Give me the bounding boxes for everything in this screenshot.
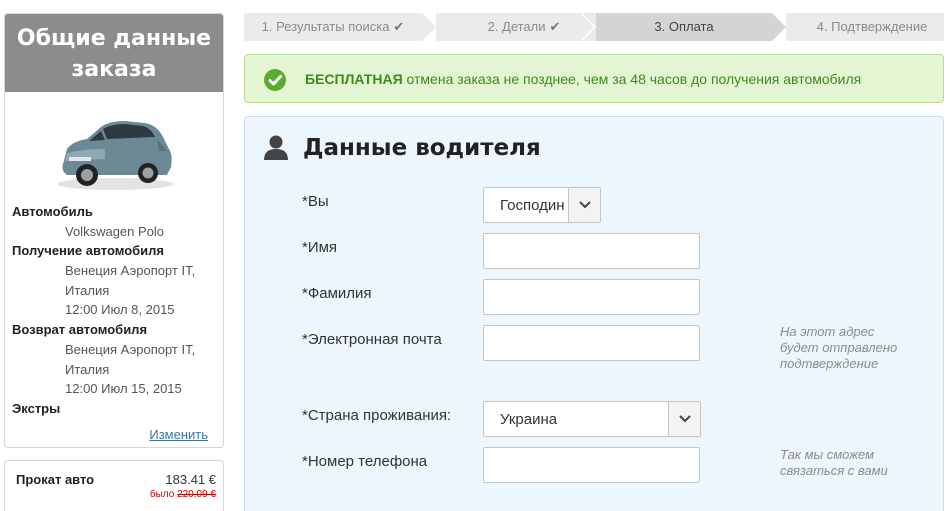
- old-price-label: было: [149, 489, 175, 500]
- rental-price-label: Прокат авто: [16, 472, 95, 487]
- step-confirmation: 4. Подтверждение: [786, 13, 944, 41]
- free-cancellation-bold: БЕСПЛАТНАЯ: [305, 71, 403, 87]
- return-label: Возврат автомобиля: [12, 322, 148, 338]
- step-separator: [772, 13, 786, 41]
- person-icon: [263, 134, 289, 160]
- old-price-value: 220.09 €: [177, 489, 216, 500]
- checkmark-icon: ✔: [393, 19, 405, 34]
- car-image: [53, 109, 178, 194]
- last-name-label: *Фамилия: [302, 285, 372, 302]
- return-location-line1: Венеция Аэропорт IT,: [65, 341, 196, 357]
- first-name-input[interactable]: [483, 233, 700, 269]
- checkout-steps: 1. Результаты поиска ✔ 2. Детали ✔ 3. Опла…: [244, 13, 944, 41]
- pickup-location-line1: Венеция Аэропорт IT,: [65, 263, 196, 279]
- free-cancellation-rest: отмена заказа не позднее, чем за 48 часо…: [402, 71, 862, 87]
- change-order-link[interactable]: Изменить: [149, 427, 208, 442]
- chevron-down-icon[interactable]: [568, 188, 600, 222]
- order-summary-title-line1: Общие данные: [16, 26, 212, 51]
- driver-details-form: Данные водителя *Вы Господин *Имя *Фамил…: [244, 116, 944, 511]
- free-cancellation-banner: БЕСПЛАТНАЯ отмена заказа не позднее, чем…: [244, 54, 944, 103]
- return-datetime: 12:00 Июл 15, 2015: [65, 381, 182, 397]
- free-cancellation-text: БЕСПЛАТНАЯ отмена заказа не позднее, чем…: [305, 71, 861, 87]
- phone-input[interactable]: [483, 447, 700, 483]
- car-label: Автомобиль: [12, 204, 93, 219]
- price-summary: Прокат авто 183.41 € было 220.09 €: [4, 460, 224, 511]
- pickup-location-line2: Италия: [65, 282, 110, 298]
- pickup-datetime: 12:00 Июл 8, 2015: [65, 302, 175, 318]
- email-hint-line3: подтверждение: [780, 356, 879, 371]
- email-label: *Электронная почта: [302, 331, 442, 348]
- phone-label: *Номер телефона: [302, 453, 428, 470]
- email-hint-line1: На этот адрес: [780, 324, 875, 339]
- step-search-results[interactable]: 1. Результаты поиска ✔: [244, 13, 422, 41]
- order-summary-header: Общие данные заказа: [5, 14, 223, 92]
- car-value: Volkswagen Polo: [65, 223, 165, 239]
- salutation-value: Господин: [500, 197, 565, 214]
- email-hint-line2: будет отправлено: [780, 340, 898, 355]
- chevron-down-icon[interactable]: [668, 402, 700, 436]
- step-details[interactable]: 2. Детали ✔: [436, 13, 598, 41]
- phone-hint-line2: связаться с вами: [780, 463, 888, 478]
- step-label: 4. Подтверждение: [816, 19, 928, 34]
- driver-details-title: Данные водителя: [303, 135, 541, 161]
- step-separator: [422, 13, 436, 41]
- checkmark-icon: ✔: [549, 19, 561, 34]
- salutation-select[interactable]: Господин: [483, 187, 601, 223]
- step-label: 1. Результаты поиска: [261, 19, 390, 34]
- email-hint: На этот адрес будет отправлено подтвержд…: [780, 324, 930, 372]
- last-name-input[interactable]: [483, 279, 700, 315]
- old-price: было 220.09 €: [150, 489, 216, 500]
- step-label: 3. Оплата: [654, 19, 714, 34]
- step-payment: 3. Оплата: [596, 13, 772, 41]
- country-value: Украина: [500, 411, 558, 428]
- return-location-line2: Италия: [65, 361, 110, 377]
- step-label: 2. Детали: [487, 19, 546, 34]
- step-separator: [580, 13, 594, 41]
- extras-label: Экстры: [12, 400, 61, 416]
- pickup-label: Получение автомобиля: [12, 243, 165, 259]
- country-select[interactable]: Украина: [483, 401, 701, 437]
- phone-hint: Так мы сможем связаться с вами: [780, 447, 930, 479]
- email-input[interactable]: [483, 325, 700, 361]
- first-name-label: *Имя: [302, 239, 338, 256]
- check-circle-icon: [264, 69, 286, 91]
- phone-hint-line1: Так мы сможем: [780, 447, 875, 462]
- country-label: *Страна проживания:: [302, 407, 452, 424]
- order-summary-title-line2: заказа: [71, 57, 157, 82]
- order-summary-details: Автомобиль Volkswagen Polo Получение авт…: [12, 202, 222, 419]
- salutation-label: *Вы: [302, 193, 329, 210]
- rental-price-value: 183.41 €: [165, 472, 216, 487]
- order-summary-panel: Общие данные заказа Автомобиль Volkswage…: [4, 13, 224, 448]
